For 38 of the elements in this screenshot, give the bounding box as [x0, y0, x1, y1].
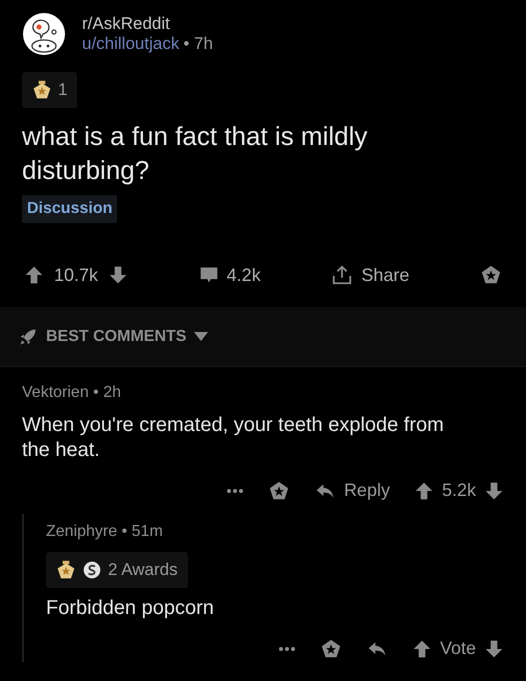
vote-score: 5.2k	[442, 479, 476, 502]
share-button[interactable]: Share	[331, 262, 410, 289]
comment-meta: Vektorien • 2h	[22, 383, 122, 404]
comment-body: Forbidden popcorn	[46, 596, 215, 622]
upvote-icon[interactable]	[24, 265, 44, 286]
more-icon[interactable]	[226, 488, 244, 494]
coin-award-icon	[82, 560, 102, 580]
downvote-icon[interactable]	[484, 480, 504, 501]
award-count: 1	[58, 79, 68, 101]
downvote-icon[interactable]	[108, 265, 128, 286]
awards-chip[interactable]: 1	[22, 72, 78, 108]
vote-score: 10.7k	[54, 264, 98, 287]
subreddit-link[interactable]: r/AskReddit	[82, 14, 213, 34]
rocket-icon	[18, 326, 38, 347]
vote-score: Vote	[440, 637, 476, 660]
post-title: what is a fun fact that is mildly disturbing?	[22, 120, 368, 187]
downvote-icon[interactable]	[484, 638, 504, 659]
more-icon[interactable]	[278, 646, 296, 652]
comments-button[interactable]: 4.2k	[198, 262, 261, 289]
awards-chip[interactable]: 2 Awards	[46, 552, 188, 588]
subreddit-avatar-icon[interactable]	[22, 12, 66, 56]
award-icon[interactable]	[268, 480, 290, 502]
award-icon[interactable]	[480, 264, 502, 286]
reply-button[interactable]: Reply	[314, 477, 390, 504]
comment-body: When you're cremated, your teeth explode from the heat.	[22, 413, 445, 464]
star-award-icon	[32, 80, 52, 100]
share-icon	[331, 264, 354, 286]
upvote-icon[interactable]	[414, 480, 434, 501]
post-age: • 7h	[183, 34, 213, 54]
comment-meta: Zeniphyre • 51m	[46, 522, 164, 542]
username-link[interactable]: u/chilloutjack	[82, 34, 180, 54]
flair-tag[interactable]: Discussion	[22, 195, 118, 224]
award-icon[interactable]	[320, 638, 342, 660]
upvote-icon[interactable]	[412, 638, 432, 659]
awards-label: 2 Awards	[108, 559, 178, 582]
star-award-icon	[56, 560, 76, 580]
caret-icon	[194, 332, 208, 342]
sort-button[interactable]: BEST COMMENTS	[18, 324, 208, 349]
